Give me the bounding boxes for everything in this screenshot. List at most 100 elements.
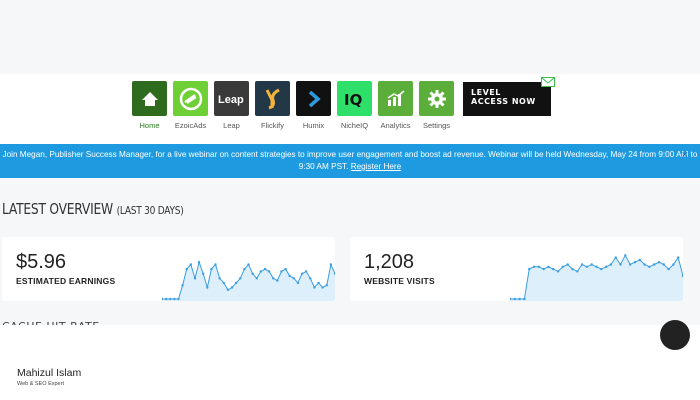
- sparkline-point: [230, 286, 234, 289]
- sparkline-point: [309, 277, 312, 280]
- sparkline-point: [317, 281, 320, 285]
- sparkline-point: [201, 272, 205, 275]
- sparkline-point: [672, 263, 675, 266]
- sparkline-point: [676, 256, 680, 259]
- sparkline-point: [329, 263, 333, 266]
- level-access-line1: LEVEL: [471, 88, 501, 97]
- sparkline-point: [247, 263, 250, 266]
- sparkline-point: [537, 265, 541, 268]
- sparkline-point: [222, 281, 225, 285]
- sparkline-point: [226, 288, 230, 291]
- sparkline-point: [667, 267, 670, 271]
- sparkline-point: [532, 265, 536, 268]
- sparkline-point: [528, 267, 531, 271]
- sparkline-point: [624, 254, 627, 257]
- sparkline-point: [566, 263, 569, 266]
- nav-label-analytics: Analytics: [380, 121, 411, 130]
- svg-text:Leap: Leap: [218, 94, 244, 106]
- sparkline-point: [284, 267, 287, 271]
- sparkline-point: [296, 281, 300, 285]
- humix-icon: [296, 81, 331, 116]
- nav-item-ezoicads[interactable]: EzoicAds: [173, 81, 208, 130]
- sparkline-point: [662, 263, 665, 266]
- level-access-line2: ACCESS NOW: [471, 97, 536, 106]
- level-access-button[interactable]: LEVEL ACCESS NOW: [463, 82, 551, 116]
- sparkline-point: [255, 277, 258, 280]
- sparkline-point: [614, 256, 617, 259]
- sparkline-point: [576, 270, 579, 273]
- nav-item-flickify[interactable]: Flickify: [255, 81, 290, 130]
- nav-item-settings[interactable]: Settings: [419, 81, 454, 130]
- earnings-sparkline: [162, 260, 335, 301]
- nav-item-nicheiq[interactable]: IQ NicheIQ: [337, 81, 372, 130]
- sparkline-point: [590, 263, 593, 266]
- sparkline-point: [628, 263, 632, 266]
- overview-title: LATEST OVERVIEW (LAST 30 DAYS): [2, 200, 184, 218]
- sparkline-point: [234, 281, 238, 285]
- nicheiq-icon: IQ: [337, 81, 372, 116]
- nav-items: Home EzoicAds Leap Leap Flickify Humix I…: [132, 81, 454, 130]
- sparkline-point: [181, 284, 184, 287]
- nav-label-home: Home: [139, 121, 160, 130]
- close-icon[interactable]: ×: [682, 149, 688, 161]
- sparkline-point: [239, 277, 242, 280]
- visits-value: 1,208: [364, 251, 415, 273]
- sparkline-point: [561, 265, 565, 268]
- sparkline-point: [585, 265, 589, 268]
- sparkline-point: [600, 267, 603, 271]
- webinar-banner: Join Megan, Publisher Success Manager, f…: [0, 144, 700, 178]
- sparkline-point: [643, 263, 646, 266]
- sparkline-point: [571, 267, 574, 271]
- sparkline-point: [657, 261, 661, 264]
- sparkline-point: [164, 297, 168, 301]
- nav-item-home[interactable]: Home: [132, 81, 167, 130]
- ezoicads-icon: [173, 81, 208, 116]
- sparkline-point: [197, 261, 201, 264]
- sparkline-point: [633, 261, 637, 264]
- sparkline-point: [619, 263, 622, 266]
- sparkline-point: [518, 297, 521, 301]
- analytics-icon: [378, 81, 413, 116]
- sparkline-point: [218, 277, 221, 280]
- sparkline-point: [169, 297, 172, 301]
- sparkline-point: [313, 286, 316, 289]
- app-navbar: Home EzoicAds Leap Leap Flickify Humix I…: [0, 74, 700, 144]
- mail-icon[interactable]: [541, 77, 555, 87]
- sparkline-point: [321, 286, 324, 289]
- sparkline-point: [300, 272, 304, 275]
- top-spacer: [0, 0, 700, 74]
- leap-icon: Leap: [214, 81, 249, 116]
- sparkline-area: [510, 255, 683, 301]
- sparkline-point: [272, 277, 275, 280]
- nav-label-flickify: Flickify: [261, 121, 284, 130]
- chat-button[interactable]: [660, 320, 690, 350]
- sparkline-point: [648, 265, 651, 268]
- svg-text:IQ: IQ: [344, 91, 362, 107]
- sparkline-point: [523, 297, 526, 301]
- sparkline-point: [173, 297, 176, 301]
- sparkline-point: [276, 279, 279, 282]
- earnings-card[interactable]: $5.96 ESTIMATED EARNINGS: [2, 237, 335, 301]
- sparkline-point: [580, 263, 584, 266]
- sparkline-point: [214, 263, 217, 266]
- sparkline-point: [263, 267, 267, 271]
- sparkline-point: [652, 263, 656, 266]
- nav-item-leap[interactable]: Leap Leap: [214, 81, 249, 130]
- settings-icon: [419, 81, 454, 116]
- visits-label: WEBSITE VISITS: [364, 276, 435, 286]
- visits-card[interactable]: 1,208 WEBSITE VISITS: [350, 237, 683, 301]
- sparkline-point: [513, 297, 517, 301]
- earnings-value: $5.96: [16, 251, 67, 273]
- sparkline-point: [243, 267, 246, 271]
- sparkline-point: [609, 263, 613, 266]
- sparkline-point: [193, 277, 197, 280]
- nav-item-humix[interactable]: Humix: [296, 81, 331, 130]
- register-link[interactable]: Register Here: [351, 162, 402, 171]
- sparkline-point: [292, 277, 296, 280]
- nav-item-analytics[interactable]: Analytics: [378, 81, 413, 130]
- nav-label-humix: Humix: [302, 121, 325, 130]
- nav-label-leap: Leap: [223, 121, 240, 130]
- sparkline-point: [542, 267, 545, 271]
- author-name: Mahizul Islam: [17, 367, 82, 379]
- overview-period: (LAST 30 DAYS): [116, 204, 184, 217]
